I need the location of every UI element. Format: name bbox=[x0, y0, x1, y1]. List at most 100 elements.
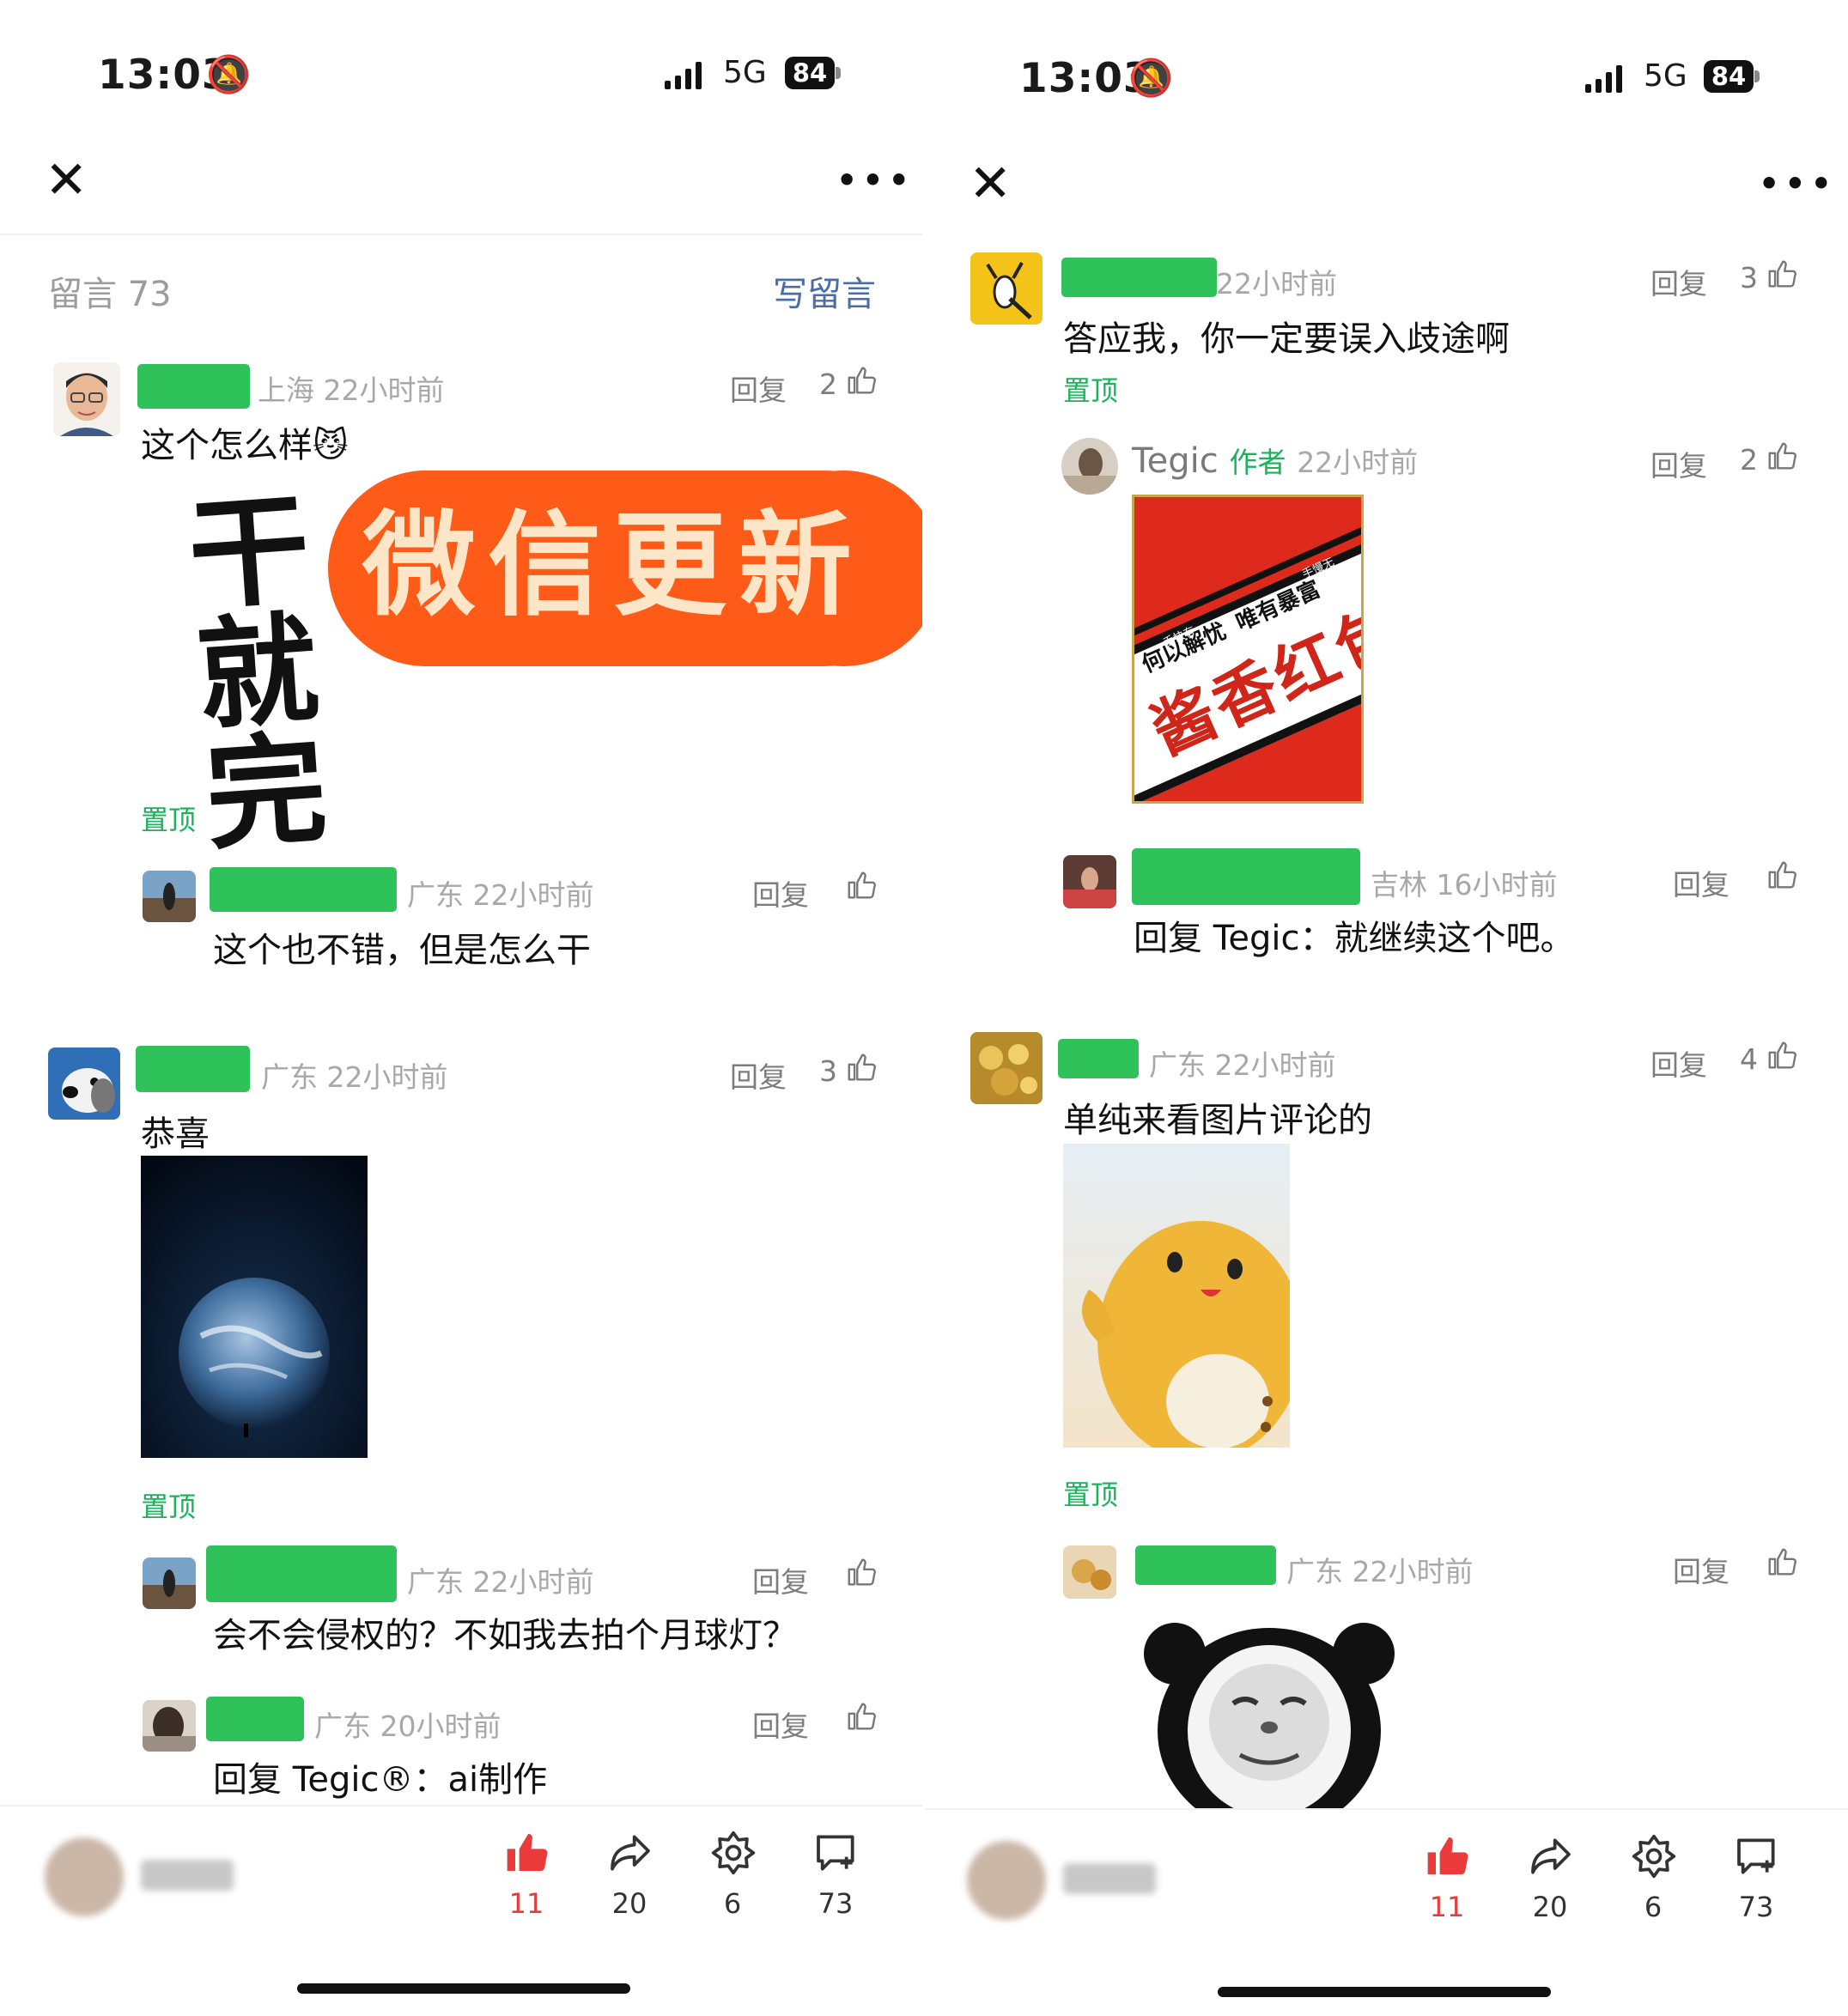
comment-meta: 广东 22小时前 bbox=[407, 878, 594, 912]
username-blurred bbox=[1063, 1863, 1156, 1894]
comment-text: 单纯来看图片评论的 bbox=[1063, 1101, 1372, 1140]
reply-button[interactable]: 回复 bbox=[752, 1703, 809, 1745]
close-icon[interactable]: ✕ bbox=[45, 155, 88, 206]
banner-text: 微信更新 bbox=[362, 499, 864, 632]
like-count: 3 bbox=[1740, 261, 1758, 295]
thumbs-up-icon[interactable] bbox=[1766, 859, 1798, 891]
user-avatar-blurred[interactable] bbox=[45, 1837, 124, 1916]
author-line: Tegic 作者 22小时前 bbox=[1132, 440, 1418, 481]
reply-button[interactable]: 回复 bbox=[730, 367, 787, 409]
cat-emoji-icon: 😼 bbox=[313, 426, 349, 465]
comment-add-icon[interactable] bbox=[1733, 1832, 1781, 1880]
divider bbox=[926, 1808, 1848, 1810]
battery-icon: 84 bbox=[1704, 60, 1754, 93]
signal-icon bbox=[1585, 64, 1630, 93]
thumbs-up-icon[interactable] bbox=[1766, 258, 1798, 290]
like-count: 4 bbox=[1740, 1042, 1758, 1076]
username-redacted[interactable] bbox=[206, 1545, 397, 1602]
right-screen: 13:03 🔕 5G 84 ✕ ••• 22小时前 回复 3 答应我，你一定要误… bbox=[926, 0, 1848, 2016]
comment-add-icon[interactable] bbox=[812, 1829, 860, 1877]
reply-button[interactable]: 回复 bbox=[730, 1054, 787, 1096]
comment-count-title: 留言 73 bbox=[48, 275, 172, 314]
write-comment-button[interactable]: 写留言 bbox=[773, 266, 876, 316]
share-count: 20 bbox=[1532, 1891, 1568, 1923]
star-count: 6 bbox=[1644, 1891, 1663, 1923]
avatar[interactable] bbox=[1063, 855, 1116, 908]
like-count: 3 bbox=[819, 1054, 837, 1088]
yellow-balloon-image[interactable] bbox=[1063, 1144, 1290, 1448]
author-avatar[interactable] bbox=[1061, 438, 1118, 495]
username-redacted[interactable] bbox=[210, 867, 397, 912]
like-count: 2 bbox=[819, 367, 837, 401]
share-icon[interactable] bbox=[606, 1829, 654, 1877]
avatar[interactable] bbox=[970, 1032, 1043, 1104]
comment-text: 回复 Tegic®：ai制作 bbox=[213, 1760, 548, 1800]
home-indicator[interactable] bbox=[297, 1983, 630, 1994]
thumbs-up-icon[interactable] bbox=[845, 1556, 878, 1588]
thumbs-up-icon[interactable] bbox=[1766, 1039, 1798, 1072]
thumbs-up-icon[interactable] bbox=[845, 1051, 878, 1084]
divider bbox=[0, 234, 922, 235]
left-screen: 13:03 🔕 5G 84 ✕ ••• 留言 73 写留言 上海 22小时前 回… bbox=[0, 0, 922, 2016]
reply-button[interactable]: 回复 bbox=[752, 872, 809, 914]
thumbs-up-icon[interactable] bbox=[845, 364, 878, 397]
thumbs-up-icon[interactable] bbox=[845, 1700, 878, 1733]
thumbs-up-icon[interactable] bbox=[845, 869, 878, 902]
username-redacted[interactable] bbox=[206, 1697, 304, 1741]
avatar[interactable] bbox=[1063, 1545, 1116, 1599]
panda-meme-image[interactable] bbox=[1140, 1611, 1398, 1808]
like-button-icon[interactable] bbox=[1424, 1832, 1472, 1880]
close-icon[interactable]: ✕ bbox=[969, 158, 1012, 209]
recommend-star-icon[interactable] bbox=[709, 1829, 757, 1877]
username-redacted[interactable] bbox=[136, 1046, 250, 1092]
comment-meta: 广东 22小时前 bbox=[261, 1060, 448, 1094]
like-count: 11 bbox=[508, 1887, 544, 1920]
more-options-icon[interactable]: ••• bbox=[836, 163, 915, 197]
like-button-icon[interactable] bbox=[503, 1829, 551, 1877]
avatar[interactable] bbox=[48, 1047, 120, 1120]
avatar[interactable] bbox=[143, 1558, 196, 1609]
reply-button[interactable]: 回复 bbox=[1650, 1042, 1707, 1084]
battery-cap bbox=[836, 67, 841, 79]
username-redacted[interactable] bbox=[137, 364, 250, 409]
comment-meta: 吉林 16小时前 bbox=[1371, 868, 1558, 902]
red-packet-label-image[interactable]: 何以解忧 唯有暴富 酱香红包 手快有 手慢无 bbox=[1132, 495, 1364, 804]
avatar[interactable] bbox=[53, 362, 120, 436]
pinned-label: 置顶 bbox=[1063, 374, 1119, 407]
comment-text: 回复 Tegic：就继续这个吧。 bbox=[1134, 919, 1575, 958]
username-redacted[interactable] bbox=[1132, 848, 1360, 905]
reply-button[interactable]: 回复 bbox=[752, 1559, 809, 1600]
earth-image[interactable] bbox=[141, 1156, 368, 1458]
thumbs-up-icon[interactable] bbox=[1766, 1545, 1798, 1578]
comment-text: 这个也不错，但是怎么干 bbox=[213, 931, 591, 970]
avatar[interactable] bbox=[143, 1700, 196, 1752]
home-indicator[interactable] bbox=[1218, 1987, 1551, 1997]
thumbs-up-icon[interactable] bbox=[1766, 440, 1798, 472]
like-count: 2 bbox=[1740, 443, 1758, 477]
username-redacted[interactable] bbox=[1135, 1545, 1276, 1585]
signal-icon bbox=[665, 60, 709, 89]
comment-text: 会不会侵权的？不如我去拍个月球灯？ bbox=[213, 1616, 797, 1655]
avatar[interactable] bbox=[970, 252, 1043, 325]
share-icon[interactable] bbox=[1527, 1832, 1575, 1880]
wechat-update-banner[interactable]: 微信更新 bbox=[328, 471, 922, 666]
user-avatar-blurred[interactable] bbox=[967, 1841, 1046, 1920]
comment-meta: 广东 22小时前 bbox=[407, 1565, 594, 1599]
comment-text: 答应我，你一定要误入歧途啊 bbox=[1063, 319, 1510, 359]
username-redacted[interactable] bbox=[1061, 258, 1217, 297]
pinned-label: 置顶 bbox=[141, 804, 197, 836]
username-redacted[interactable] bbox=[1058, 1039, 1139, 1078]
comment-meta: 22小时前 bbox=[1216, 267, 1337, 301]
pinned-label: 置顶 bbox=[1063, 1479, 1119, 1511]
reply-button[interactable]: 回复 bbox=[1650, 261, 1707, 302]
more-options-icon[interactable]: ••• bbox=[1759, 167, 1837, 201]
reply-button[interactable]: 回复 bbox=[1673, 1549, 1729, 1590]
reply-button[interactable]: 回复 bbox=[1650, 443, 1707, 484]
star-count: 6 bbox=[723, 1887, 742, 1920]
avatar[interactable] bbox=[143, 871, 196, 922]
reply-button[interactable]: 回复 bbox=[1673, 862, 1729, 903]
recommend-star-icon[interactable] bbox=[1630, 1832, 1678, 1880]
share-count: 20 bbox=[611, 1887, 647, 1920]
comment-meta: 广东 22小时前 bbox=[1149, 1048, 1336, 1082]
author-name[interactable]: Tegic bbox=[1132, 441, 1219, 481]
